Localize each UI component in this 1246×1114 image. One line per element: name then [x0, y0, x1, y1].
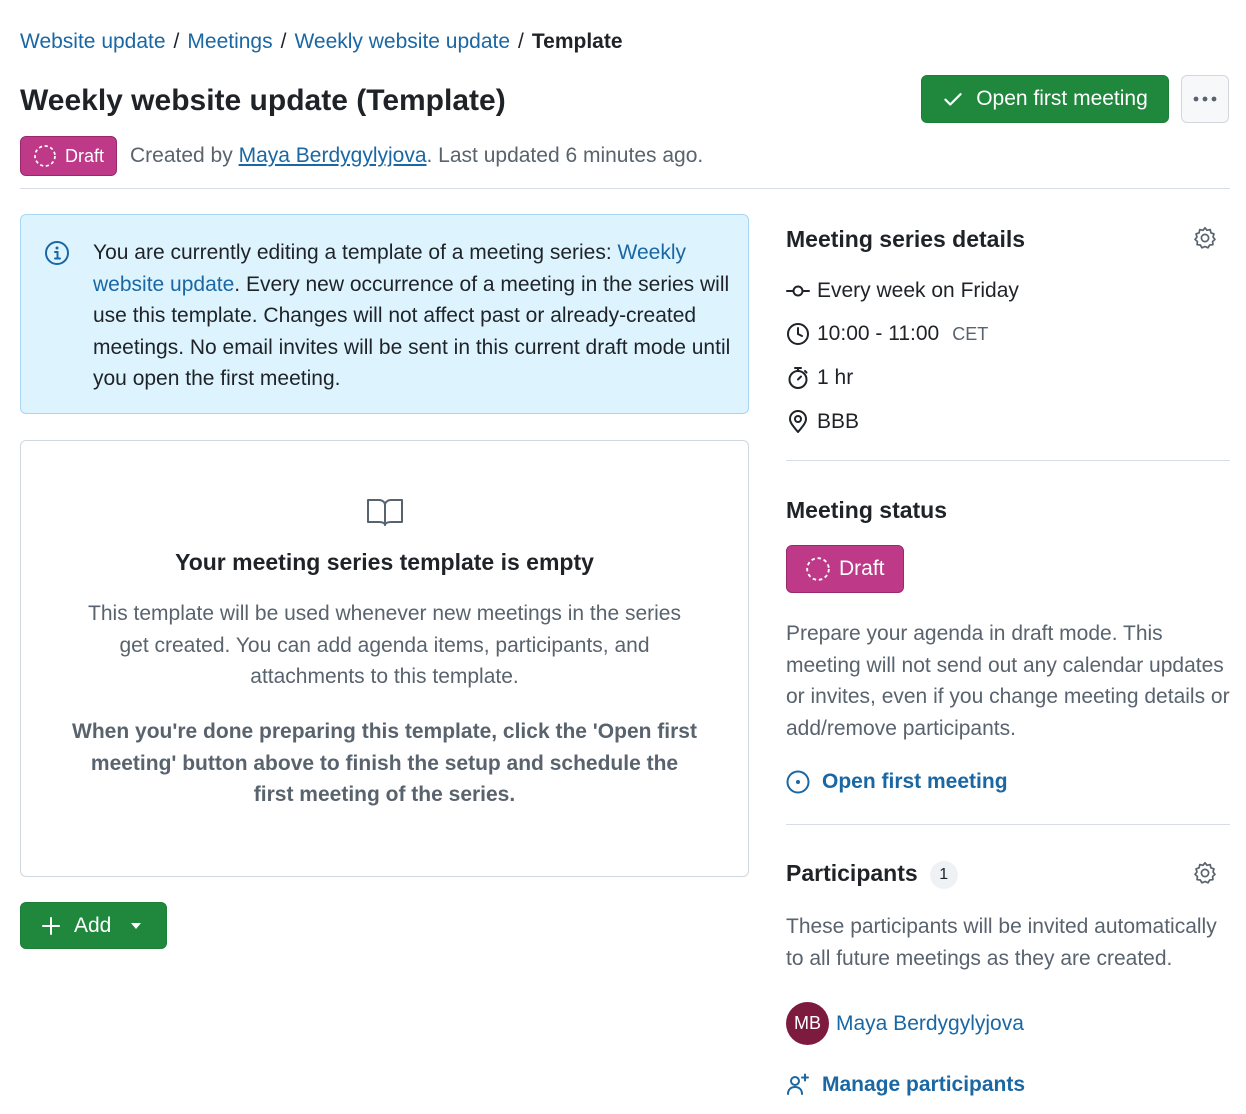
time-row: 10:00 - 11:00 CET [786, 322, 988, 346]
created-by-prefix: Created by [130, 144, 233, 167]
info-banner-text: You are currently editing a template of … [93, 237, 733, 395]
person-add-icon [786, 1073, 810, 1097]
participants-count-badge: 1 [929, 860, 958, 889]
triangle-down-icon [130, 922, 142, 930]
breadcrumb-weekly-website-update[interactable]: Weekly website update [294, 30, 510, 54]
duration-text: 1 hr [817, 366, 854, 389]
blankslate-heading: Your meeting series template is empty [175, 549, 594, 575]
play-circle-icon [786, 770, 810, 794]
open-first-meeting-label: Open first meeting [976, 87, 1148, 110]
book-icon [366, 497, 404, 527]
add-button-label: Add [74, 913, 112, 937]
location-row: BBB [786, 410, 859, 434]
participant-name-link[interactable]: Maya Berdygylyjova [836, 1012, 1024, 1036]
location-text: BBB [817, 410, 860, 433]
last-updated-text: . Last updated 6 minutes ago. [426, 144, 704, 167]
section-divider [786, 460, 1230, 461]
participants-heading: Participants 1 [786, 860, 958, 889]
gear-icon[interactable] [1193, 861, 1217, 885]
open-first-meeting-link[interactable]: Open first meeting [786, 770, 1008, 794]
meeting-status-badge-label: Draft [839, 557, 885, 580]
more-actions-button[interactable] [1181, 75, 1229, 123]
time-text: 10:00 - 11:00 [817, 322, 940, 345]
open-first-meeting-link-label: Open first meeting [822, 770, 1008, 793]
breadcrumb-meetings[interactable]: Meetings [187, 30, 272, 54]
breadcrumb-separator: / [280, 30, 287, 53]
recurrence-text: Every week on Friday [817, 279, 1019, 302]
blankslate-instruction: When you're done preparing this template… [72, 720, 697, 806]
header-divider [20, 188, 1230, 189]
meeting-status-badge: Draft [786, 545, 904, 593]
kebab-horizontal-icon [1192, 95, 1218, 103]
author-link[interactable]: Maya Berdygylyjova [239, 144, 427, 167]
check-icon [942, 88, 964, 110]
gear-icon[interactable] [1193, 226, 1217, 250]
info-icon [44, 240, 70, 266]
breadcrumb-website-update[interactable]: Website update [20, 30, 166, 54]
recurrence-row: Every week on Friday [786, 279, 1019, 303]
add-button[interactable]: Add [20, 902, 167, 949]
meeting-status-description: Prepare your agenda in draft mode. This … [786, 622, 1230, 740]
created-by-text: Created by Maya Berdygylyjova. Last upda… [130, 144, 703, 168]
avatar: MB [786, 1002, 829, 1045]
duration-row: 1 hr [786, 366, 853, 390]
breadcrumb: Website update / Meetings / Weekly websi… [20, 30, 623, 54]
meeting-status-heading: Meeting status [786, 497, 948, 523]
plus-icon [41, 916, 61, 936]
open-first-meeting-button[interactable]: Open first meeting [921, 75, 1169, 123]
location-pin-icon [786, 410, 810, 434]
participants-heading-label: Participants [786, 860, 918, 886]
stopwatch-icon [786, 366, 810, 390]
clock-icon [786, 322, 810, 346]
meta-row: Draft Created by Maya Berdygylyjova. Las… [20, 136, 703, 176]
blankslate-description: This template will be used whenever new … [88, 602, 681, 688]
series-details-heading: Meeting series details [786, 226, 1026, 252]
breadcrumb-separator: / [518, 30, 524, 53]
breadcrumb-separator: / [173, 30, 180, 53]
empty-template-blankslate: Your meeting series template is empty Th… [20, 440, 749, 877]
timezone-text: CET [952, 323, 989, 344]
status-badge: Draft [20, 136, 118, 176]
manage-participants-link[interactable]: Manage participants [786, 1073, 1025, 1097]
status-badge-label: Draft [65, 145, 105, 166]
draft-circle-icon [33, 144, 57, 168]
banner-text-before: You are currently editing a template of … [93, 241, 618, 264]
section-divider [786, 824, 1230, 825]
info-banner: You are currently editing a template of … [20, 214, 749, 414]
participants-description: These participants will be invited autom… [786, 915, 1217, 970]
page-title: Weekly website update (Template) [20, 84, 506, 117]
draft-circle-icon [805, 556, 831, 582]
breadcrumb-current: Template [531, 30, 623, 53]
manage-participants-label: Manage participants [822, 1073, 1026, 1096]
participant-item: MB Maya Berdygylyjova [786, 1002, 1024, 1045]
recurrence-icon [786, 279, 810, 303]
